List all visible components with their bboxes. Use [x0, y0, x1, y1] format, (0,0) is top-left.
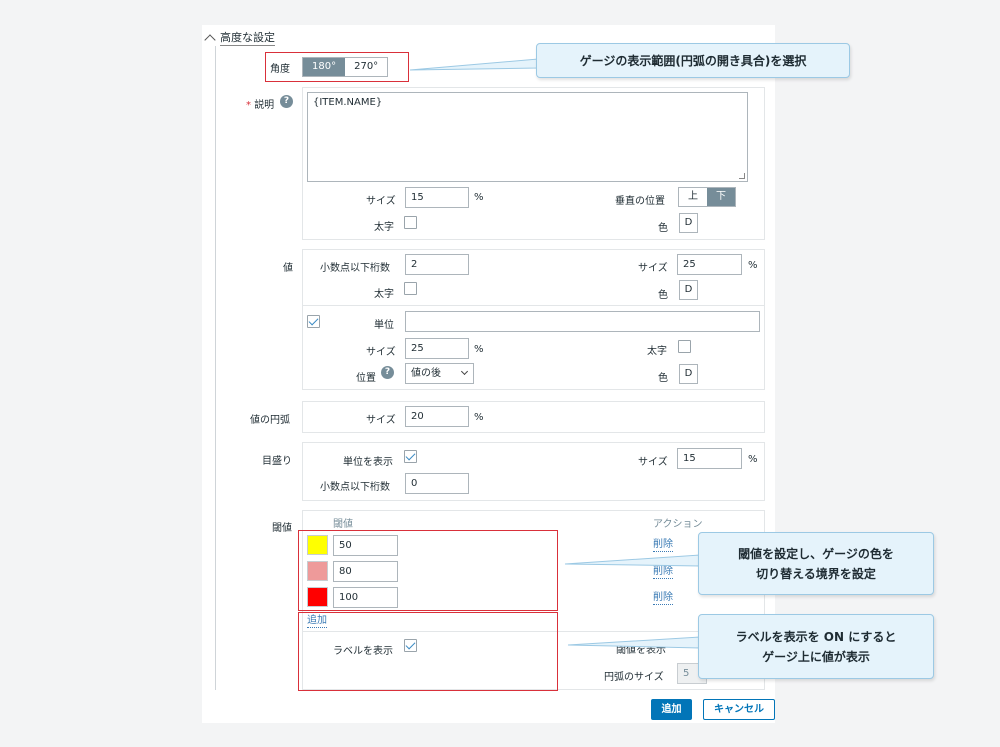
thresholds-callout-line2: 切り替える境界を設定: [756, 566, 876, 581]
angle-callout-text: ゲージの表示範囲(円弧の開き具合)を選択: [579, 53, 807, 68]
labels-callout-line1: ラベルを表示を ON にすると: [735, 629, 897, 644]
angle-callout: ゲージの表示範囲(円弧の開き具合)を選択: [536, 43, 850, 78]
labels-callout: ラベルを表示を ON にすると ゲージ上に値が表示: [698, 614, 934, 679]
thresholds-callout: 閾値を設定し、ゲージの色を 切り替える境界を設定: [698, 532, 934, 595]
labels-callout-line2: ゲージ上に値が表示: [762, 649, 870, 664]
thresholds-callout-line1: 閾値を設定し、ゲージの色を: [738, 546, 894, 561]
